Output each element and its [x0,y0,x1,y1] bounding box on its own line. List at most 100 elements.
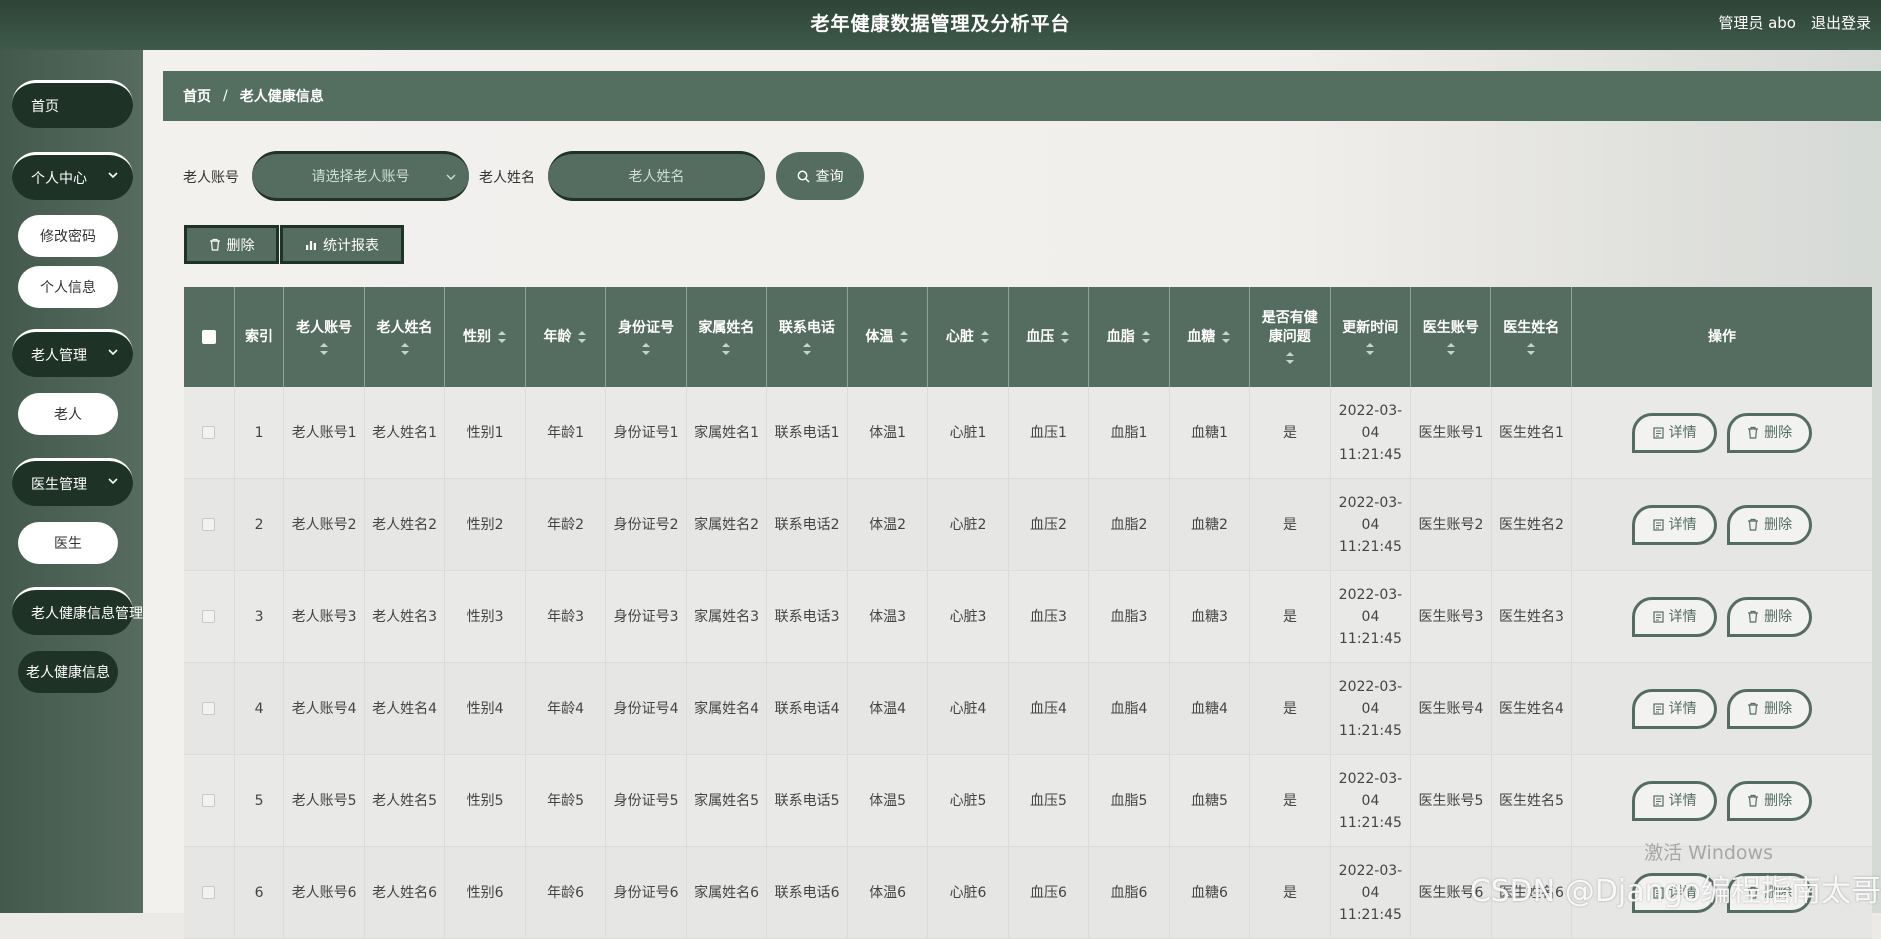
sidebar-item-health-info[interactable]: 老人健康信息 [18,651,118,693]
detail-button[interactable]: 详情 [1632,780,1718,821]
cell-heart: 心脏5 [928,755,1009,846]
breadcrumb-home[interactable]: 首页 [183,86,211,106]
select-all-checkbox[interactable] [201,330,216,344]
col-heart[interactable]: 心脏 [928,287,1009,387]
cell-temperature: 体温3 [848,571,929,662]
col-blood-lipid[interactable]: 血脂 [1089,287,1170,387]
sidebar-item-doctor[interactable]: 医生 [18,522,118,564]
cell-heart: 心脏2 [928,479,1009,570]
bar-chart-icon [306,240,316,250]
search-icon [797,170,810,183]
delete-button[interactable]: 删除 [1727,780,1813,821]
cell-heart: 心脏6 [928,847,1009,938]
row-checkbox-cell[interactable] [184,479,235,570]
row-checkbox[interactable] [202,794,216,807]
col-gender[interactable]: 性别 [445,287,526,387]
row-checkbox[interactable] [202,886,216,899]
header-checkbox-cell[interactable] [184,287,235,387]
sidebar-item-label: 个人信息 [40,280,96,296]
detail-button[interactable]: 详情 [1632,596,1718,637]
bulk-delete-button[interactable]: 删除 [184,225,279,264]
cell-gender: 性别4 [445,663,526,754]
row-checkbox[interactable] [202,702,216,715]
cell-phone: 联系电话5 [767,755,848,846]
cell-doctor-account: 医生账号2 [1411,479,1492,570]
col-update-time[interactable]: 更新时间 [1331,287,1412,387]
cell-health-problem: 是 [1250,847,1331,938]
elder-name-input[interactable]: 老人姓名 [548,151,765,201]
cell-age: 年龄6 [526,847,607,938]
sidebar-item-elder-mgmt[interactable]: 老人管理 [12,329,133,377]
col-phone[interactable]: 联系电话 [767,287,848,387]
delete-button[interactable]: 删除 [1727,596,1813,637]
row-checkbox-cell[interactable] [184,663,235,754]
cell-blood-sugar: 血糖5 [1170,755,1251,846]
cell-blood-lipid: 血脂1 [1089,387,1170,478]
chevron-down-icon [446,174,456,180]
elder-account-placeholder: 请选择老人账号 [311,169,410,185]
cell-elder-account: 老人账号2 [284,479,365,570]
trash-icon [209,238,220,251]
cell-elder-account: 老人账号6 [284,847,365,938]
row-checkbox-cell[interactable] [184,387,235,478]
sort-icon [900,331,909,343]
sidebar-item-health-mgmt[interactable]: 老人健康信息管理 [12,587,143,635]
delete-button-label: 删除 [1764,700,1793,717]
cell-idcard: 身份证号4 [606,663,687,754]
row-checkbox[interactable] [202,518,216,531]
row-checkbox[interactable] [202,426,216,439]
row-checkbox-cell[interactable] [184,571,235,662]
delete-button[interactable]: 删除 [1727,412,1813,453]
sidebar-item-personal-info[interactable]: 个人信息 [18,266,118,308]
row-checkbox-cell[interactable] [184,755,235,846]
sidebar-item-doctor-mgmt[interactable]: 医生管理 [12,458,133,506]
search-button[interactable]: 查询 [776,152,864,200]
sidebar-item-change-password[interactable]: 修改密码 [18,215,118,257]
cell-blood-sugar: 血糖3 [1170,571,1251,662]
cell-index: 5 [235,755,285,846]
sidebar-item-personal-center[interactable]: 个人中心 [12,152,133,200]
row-checkbox-cell[interactable] [184,847,235,938]
cell-blood-pressure: 血压3 [1009,571,1090,662]
cell-elder-name: 老人姓名6 [365,847,446,938]
col-temperature[interactable]: 体温 [848,287,929,387]
logout-link[interactable]: 退出登录 [1811,12,1881,33]
delete-button[interactable]: 删除 [1727,504,1813,545]
col-doctor-account[interactable]: 医生账号 [1411,287,1492,387]
cell-phone: 联系电话6 [767,847,848,938]
cell-heart: 心脏3 [928,571,1009,662]
col-elder-name[interactable]: 老人姓名 [365,287,446,387]
breadcrumb-separator: / [223,88,228,104]
sort-icon [1061,331,1070,343]
col-age[interactable]: 年龄 [526,287,607,387]
col-blood-sugar[interactable]: 血糖 [1170,287,1250,387]
report-button[interactable]: 统计报表 [280,225,404,264]
sidebar-item-home[interactable]: 首页 [12,80,133,128]
row-checkbox[interactable] [202,610,216,623]
cell-temperature: 体温5 [848,755,929,846]
cell-family-name: 家属姓名5 [687,755,768,846]
cell-operations: 详情 删除 [1572,571,1872,662]
col-idcard[interactable]: 身份证号 [606,287,687,387]
detail-button[interactable]: 详情 [1632,412,1718,453]
cell-index: 1 [235,387,285,478]
col-family-name[interactable]: 家属姓名 [687,287,768,387]
sidebar-item-elder[interactable]: 老人 [18,393,118,435]
col-blood-pressure[interactable]: 血压 [1009,287,1090,387]
delete-button[interactable]: 删除 [1727,688,1813,729]
detail-button[interactable]: 详情 [1632,504,1718,545]
breadcrumb-current: 老人健康信息 [239,89,324,105]
cell-gender: 性别5 [445,755,526,846]
cell-family-name: 家属姓名6 [687,847,768,938]
col-elder-account[interactable]: 老人账号 [284,287,365,387]
elder-account-label: 老人账号 [183,170,239,186]
cell-elder-account: 老人账号3 [284,571,365,662]
col-health-problem[interactable]: 是否有健康问题 [1250,287,1331,387]
col-doctor-name[interactable]: 医生姓名 [1491,287,1572,387]
elder-account-select[interactable]: 请选择老人账号 [252,151,469,201]
cell-phone: 联系电话4 [767,663,848,754]
cell-phone: 联系电话1 [767,387,848,478]
delete-button-label: 删除 [1764,608,1793,625]
detail-button[interactable]: 详情 [1632,688,1718,729]
cell-elder-name: 老人姓名3 [365,571,446,662]
